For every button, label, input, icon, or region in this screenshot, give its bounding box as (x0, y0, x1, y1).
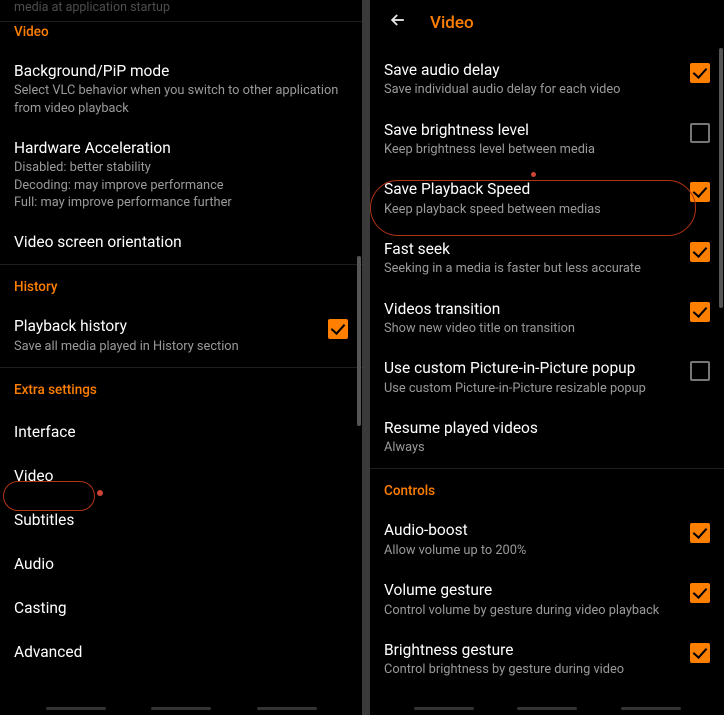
nav-subtitles[interactable]: Subtitles (0, 498, 362, 542)
scrollbar-thumb[interactable] (719, 48, 723, 308)
pref-sub: Keep playback speed between medias (384, 201, 680, 218)
pref-videos-transition[interactable]: Videos transition Show new video title o… (370, 290, 724, 350)
pref-sub: Always (384, 439, 710, 456)
pref-sub: Control volume by gesture during video p… (384, 602, 680, 619)
nav-audio[interactable]: Audio (0, 542, 362, 586)
nav-label: Video (14, 467, 53, 485)
pref-sub: Use custom Picture-in-Picture resizable … (384, 380, 680, 397)
checkbox-icon[interactable] (690, 242, 710, 262)
checkbox-icon[interactable] (690, 523, 710, 543)
nav-advanced[interactable]: Advanced (0, 630, 362, 674)
pref-sub: Allow volume up to 200% (384, 542, 680, 559)
android-navbar (0, 701, 362, 715)
pref-label: Videos transition (384, 300, 680, 319)
app-bar: Video (370, 0, 724, 51)
pref-sub: Seeking in a media is faster but less ac… (384, 260, 680, 277)
pref-brightness-gesture[interactable]: Brightness gesture Control brightness by… (370, 631, 724, 691)
checkbox-icon[interactable] (690, 182, 710, 202)
pref-label: Playback history (14, 317, 318, 336)
pref-label: Use custom Picture-in-Picture popup (384, 359, 680, 378)
checkbox-icon[interactable] (690, 361, 710, 381)
page-title: Video (430, 13, 474, 33)
checkbox-icon[interactable] (690, 123, 710, 143)
pref-label: Hardware Acceleration (14, 139, 348, 158)
pref-volume-gesture[interactable]: Volume gesture Control volume by gesture… (370, 571, 724, 631)
pref-label: Resume played videos (384, 419, 710, 438)
pref-label: Save audio delay (384, 61, 680, 80)
checkbox-icon[interactable] (690, 643, 710, 663)
nav-label: Advanced (14, 643, 82, 661)
settings-main-pane: media at application startup Video Backg… (0, 0, 362, 715)
checkbox-icon[interactable] (690, 63, 710, 83)
pref-save-playback-speed[interactable]: Save Playback Speed Keep playback speed … (370, 170, 724, 230)
nav-interface[interactable]: Interface (0, 410, 362, 454)
nav-video[interactable]: Video (0, 454, 362, 498)
pref-sub: Disabled: better stability Decoding: may… (14, 159, 348, 211)
annotation-dot-icon (97, 490, 103, 496)
section-header-extra: Extra settings (0, 368, 362, 410)
pref-audio-boost[interactable]: Audio-boost Allow volume up to 200% (370, 511, 724, 571)
nav-label: Casting (14, 599, 67, 617)
nav-label: Subtitles (14, 511, 74, 529)
pref-sub: Save individual audio delay for each vid… (384, 81, 680, 98)
settings-video-pane: Video Save audio delay Save individual a… (370, 0, 724, 715)
truncated-text: media at application startup (0, 0, 362, 21)
back-arrow-icon[interactable] (388, 10, 408, 35)
nav-label: Interface (14, 423, 76, 441)
section-header-controls: Controls (370, 469, 724, 511)
checkbox-icon[interactable] (328, 319, 348, 339)
pref-sub: Keep brightness level between media (384, 141, 680, 158)
pref-save-audio-delay[interactable]: Save audio delay Save individual audio d… (370, 51, 724, 111)
section-header-video: Video (0, 22, 362, 52)
pref-sub: Show new video title on transition (384, 320, 680, 337)
pref-resume-played[interactable]: Resume played videos Always (370, 409, 724, 469)
pref-label: Video screen orientation (14, 233, 348, 252)
checkbox-icon[interactable] (690, 302, 710, 322)
pref-background-pip[interactable]: Background/PiP mode Select VLC behavior … (0, 52, 362, 129)
pref-custom-pip[interactable]: Use custom Picture-in-Picture popup Use … (370, 349, 724, 409)
pref-video-orientation[interactable]: Video screen orientation (0, 223, 362, 264)
pref-fast-seek[interactable]: Fast seek Seeking in a media is faster b… (370, 230, 724, 290)
annotation-dot-icon (531, 172, 536, 177)
nav-casting[interactable]: Casting (0, 586, 362, 630)
pref-sub: Control brightness by gesture during vid… (384, 661, 680, 678)
pref-label: Volume gesture (384, 581, 680, 600)
pref-sub: Save all media played in History section (14, 338, 318, 355)
pref-label: Save brightness level (384, 121, 680, 140)
pref-label: Fast seek (384, 240, 680, 259)
pref-playback-history[interactable]: Playback history Save all media played i… (0, 307, 362, 367)
pref-hardware-accel[interactable]: Hardware Acceleration Disabled: better s… (0, 129, 362, 223)
pref-label: Brightness gesture (384, 641, 680, 660)
scrollbar-thumb[interactable] (357, 256, 361, 426)
nav-label: Audio (14, 555, 54, 573)
pref-label: Background/PiP mode (14, 62, 348, 81)
checkbox-icon[interactable] (690, 583, 710, 603)
android-navbar (370, 701, 724, 715)
pref-save-brightness[interactable]: Save brightness level Keep brightness le… (370, 111, 724, 171)
pref-sub: Select VLC behavior when you switch to o… (14, 82, 348, 117)
section-header-history: History (0, 265, 362, 307)
pref-label: Save Playback Speed (384, 180, 680, 199)
pref-label: Audio-boost (384, 521, 680, 540)
